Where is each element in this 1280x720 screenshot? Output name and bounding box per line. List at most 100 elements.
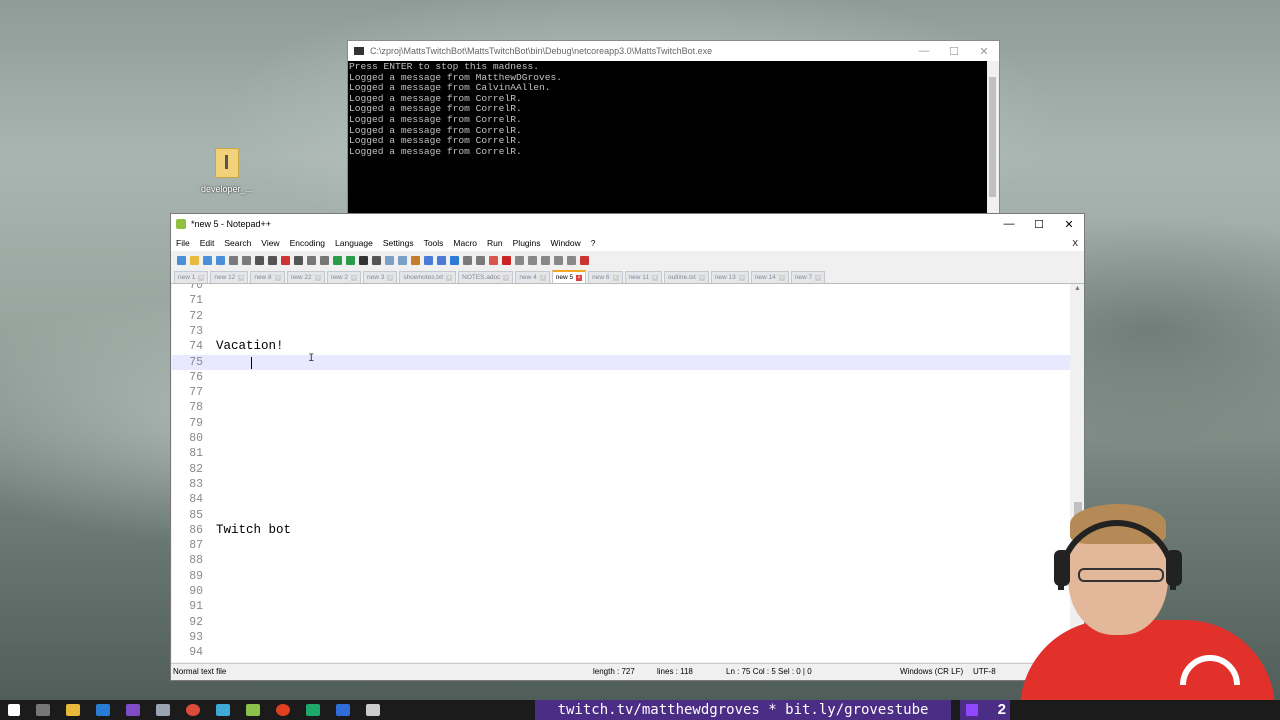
- editor-line[interactable]: 84: [172, 492, 1070, 507]
- tab-shownotes-txt[interactable]: shownotes.txt ×: [399, 271, 457, 283]
- tab-new-4[interactable]: new 4 ×: [515, 271, 550, 283]
- editor-line[interactable]: 89: [172, 569, 1070, 584]
- close-document-button[interactable]: X: [1072, 238, 1078, 248]
- tab-close-icon[interactable]: ×: [198, 274, 205, 281]
- all-chars-icon[interactable]: [424, 255, 433, 265]
- tab-close-icon[interactable]: ×: [446, 274, 453, 281]
- editor-line[interactable]: 79: [172, 416, 1070, 431]
- task-view-icon[interactable]: [36, 704, 50, 716]
- tab-new-12[interactable]: new 12 ×: [210, 271, 249, 283]
- save-icon[interactable]: [203, 255, 212, 265]
- scroll-up-icon[interactable]: ▲: [1074, 285, 1081, 292]
- desktop-shortcut[interactable]: developer_...: [200, 148, 254, 194]
- tab-new-14[interactable]: new 14 ×: [750, 271, 789, 283]
- tab-close-icon[interactable]: ×: [387, 274, 394, 281]
- close-icon[interactable]: ✕: [1054, 218, 1084, 231]
- tab-new-1[interactable]: new 1 ×: [174, 271, 209, 283]
- start-icon[interactable]: [8, 704, 20, 716]
- tab-notes-adoc[interactable]: NOTES.adoc ×: [458, 271, 514, 283]
- run-macro-icon[interactable]: [541, 255, 550, 265]
- editor-line[interactable]: 85: [172, 508, 1070, 523]
- spellcheck-icon[interactable]: [580, 255, 589, 265]
- record-macro-icon[interactable]: [502, 255, 511, 265]
- editor-line[interactable]: 75: [172, 354, 1070, 370]
- editor-line[interactable]: 81: [172, 446, 1070, 461]
- new-file-icon[interactable]: [177, 255, 186, 265]
- tab-new-13[interactable]: new 13 ×: [710, 271, 749, 283]
- tab-close-icon[interactable]: ×: [698, 274, 705, 281]
- sync-v-icon[interactable]: [385, 255, 394, 265]
- monitor-icon[interactable]: [489, 255, 498, 265]
- maximize-icon[interactable]: ☐: [939, 45, 969, 58]
- tab-close-icon[interactable]: ×: [651, 274, 658, 281]
- tab-close-icon[interactable]: ×: [351, 274, 358, 281]
- folder-workspace-icon[interactable]: [476, 255, 485, 265]
- close-icon[interactable]: ✕: [969, 45, 999, 58]
- editor-line[interactable]: 80: [172, 431, 1070, 446]
- editor-line[interactable]: 73: [172, 324, 1070, 339]
- save-macro-icon[interactable]: [554, 255, 563, 265]
- function-list-icon[interactable]: [463, 255, 472, 265]
- wrap-icon[interactable]: [411, 255, 420, 265]
- tab-close-icon[interactable]: ×: [314, 274, 321, 281]
- editor-line[interactable]: 90: [172, 584, 1070, 599]
- tab-close-icon[interactable]: ×: [539, 274, 546, 281]
- app-icon[interactable]: [276, 704, 290, 716]
- menu-item-settings[interactable]: Settings: [383, 238, 414, 248]
- editor-line[interactable]: 92: [172, 615, 1070, 630]
- editor-line[interactable]: 82: [172, 462, 1070, 477]
- editor-line[interactable]: 83: [172, 477, 1070, 492]
- undo-icon[interactable]: [307, 255, 316, 265]
- console-scrollbar[interactable]: [987, 61, 999, 216]
- console-output[interactable]: Press ENTER to stop this madness. Logged …: [348, 61, 987, 216]
- notepadpp-taskbar-icon[interactable]: [246, 704, 260, 716]
- menu-item-language[interactable]: Language: [335, 238, 373, 248]
- tab-new-8[interactable]: new 8 ×: [250, 271, 285, 283]
- app-icon[interactable]: [306, 704, 320, 716]
- tab-close-icon[interactable]: ×: [274, 274, 281, 281]
- editor-line[interactable]: 78: [172, 400, 1070, 415]
- cut-icon[interactable]: [268, 255, 277, 265]
- print-icon[interactable]: [255, 255, 264, 265]
- find-icon[interactable]: [333, 255, 342, 265]
- indent-guide-icon[interactable]: [437, 255, 446, 265]
- menu-item-run[interactable]: Run: [487, 238, 503, 248]
- tab-close-icon[interactable]: ×: [778, 274, 785, 281]
- close-all-icon[interactable]: [242, 255, 251, 265]
- menu-item-search[interactable]: Search: [224, 238, 251, 248]
- paste-icon[interactable]: [294, 255, 303, 265]
- menu-item-macro[interactable]: Macro: [453, 238, 477, 248]
- tab-close-icon[interactable]: ×: [238, 274, 245, 281]
- editor-area[interactable]: 70 71 72 73 74 Vacation! 75 76 77 78 79 80 81 82 83 84 8…: [172, 284, 1070, 662]
- editor-line[interactable]: 76: [172, 370, 1070, 385]
- replace-icon[interactable]: [346, 255, 355, 265]
- menu-item-help[interactable]: ?: [591, 238, 596, 248]
- azure-icon[interactable]: [96, 704, 110, 716]
- redo-icon[interactable]: [320, 255, 329, 265]
- tab-new-11[interactable]: new 11 ×: [624, 271, 662, 283]
- console-taskbar-icon[interactable]: [366, 704, 380, 716]
- tab-new-5[interactable]: new 5 ×: [551, 270, 587, 283]
- editor-line[interactable]: 74 Vacation!: [172, 339, 1070, 354]
- stop-macro-icon[interactable]: [515, 255, 524, 265]
- tab-new-2[interactable]: new 2 ×: [326, 271, 362, 283]
- editor-line[interactable]: 94: [172, 645, 1070, 660]
- doc-map-icon[interactable]: [450, 255, 459, 265]
- tab-outline-txt[interactable]: outline.txt ×: [663, 271, 709, 283]
- minimize-icon[interactable]: —: [994, 218, 1024, 230]
- menu-item-file[interactable]: File: [176, 238, 190, 248]
- chrome-icon[interactable]: [186, 704, 200, 716]
- editor-line[interactable]: 70: [172, 284, 1070, 293]
- file-explorer-icon[interactable]: [66, 704, 80, 716]
- save-all-icon[interactable]: [216, 255, 225, 265]
- editor-line[interactable]: 77: [172, 385, 1070, 400]
- tab-close-icon[interactable]: ×: [815, 274, 822, 281]
- tab-new-3[interactable]: new 3 ×: [363, 271, 398, 283]
- editor-line[interactable]: 87: [172, 538, 1070, 553]
- notepadpp-window[interactable]: *new 5 - Notepad++ — ☐ ✕ File Edit Search V…: [170, 213, 1085, 681]
- tab-close-icon[interactable]: ×: [738, 274, 745, 281]
- editor-line[interactable]: 71: [172, 293, 1070, 308]
- editor-line[interactable]: 88: [172, 553, 1070, 568]
- editor-line[interactable]: 93: [172, 630, 1070, 645]
- copy-icon[interactable]: [281, 255, 290, 265]
